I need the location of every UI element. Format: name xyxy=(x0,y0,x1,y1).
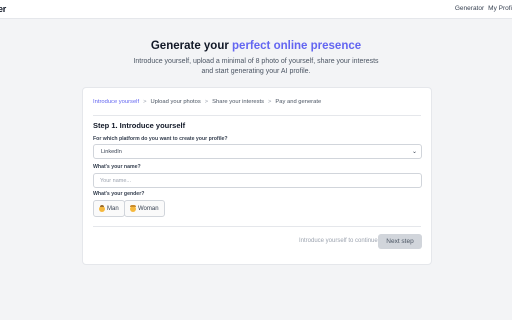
gender-woman-button[interactable]: Woman xyxy=(124,200,165,217)
hero-subtitle: Introduce yourself, upload a minimal of … xyxy=(133,58,379,75)
chevron-down-icon: ⌄ xyxy=(411,149,417,155)
name-label: What's your name? xyxy=(93,164,141,170)
gender-woman-label: Woman xyxy=(138,205,159,212)
brand-logo[interactable]: er xyxy=(0,4,6,14)
nav-my-profile-link[interactable]: My Profi xyxy=(488,5,512,12)
hero-title: Generate your perfect online presence xyxy=(0,40,512,52)
platform-select[interactable]: LinkedIn ⌄ xyxy=(93,144,422,159)
woman-emoji-icon xyxy=(130,204,136,212)
gender-man-button[interactable]: Man xyxy=(93,200,125,217)
step-upload-photos[interactable]: Upload your photos xyxy=(150,99,200,105)
divider xyxy=(93,115,421,116)
platform-label: For which platform do you want to create… xyxy=(93,136,228,142)
step-pay-generate[interactable]: Pay and generate xyxy=(275,99,321,105)
continue-hint: Introduce yourself to continue xyxy=(299,238,378,244)
top-navbar: er Generator My Profi xyxy=(0,0,512,19)
step-breadcrumb: Introduce yourself > Upload your photos … xyxy=(93,99,321,105)
nav-generator-link[interactable]: Generator xyxy=(455,5,484,12)
hero-title-accent: perfect online presence xyxy=(232,40,362,52)
hero-title-prefix: Generate your xyxy=(150,40,233,52)
platform-select-value: LinkedIn xyxy=(101,149,122,155)
gender-label: What's your gender? xyxy=(93,191,145,197)
top-nav: Generator My Profi xyxy=(455,5,512,12)
onboarding-card: Introduce yourself > Upload your photos … xyxy=(82,87,432,265)
breadcrumb-separator: > xyxy=(143,99,147,105)
step-introduce[interactable]: Introduce yourself xyxy=(93,99,139,105)
breadcrumb-separator: > xyxy=(268,99,272,105)
divider xyxy=(93,226,421,227)
name-input[interactable]: Your name... xyxy=(93,173,422,188)
step-share-interests[interactable]: Share your interests xyxy=(212,99,264,105)
gender-man-label: Man xyxy=(107,205,119,212)
man-emoji-icon xyxy=(99,204,105,212)
next-step-button[interactable]: Next step xyxy=(378,234,422,249)
breadcrumb-separator: > xyxy=(204,99,209,105)
step-title: Step 1. Introduce yourself xyxy=(93,121,186,130)
